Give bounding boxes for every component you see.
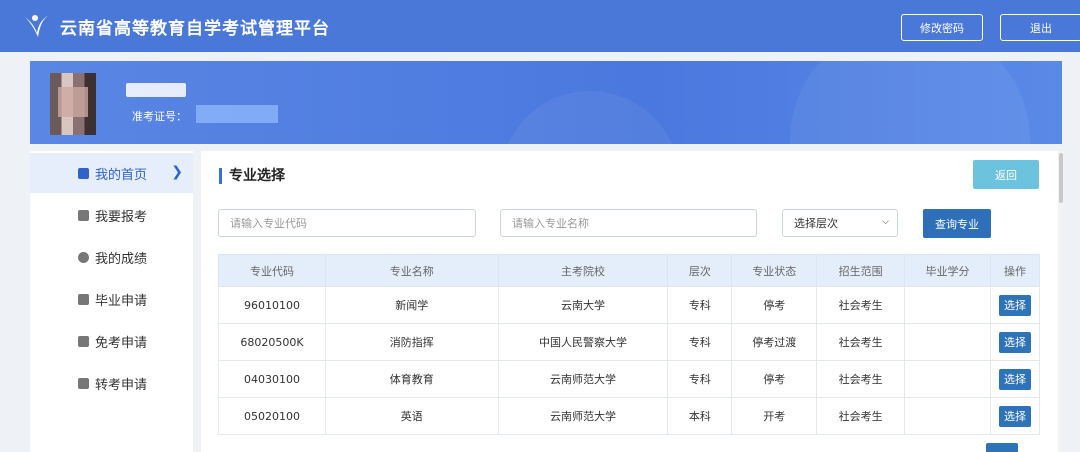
cell-level: 专科	[667, 323, 733, 361]
logo-icon	[25, 15, 49, 37]
cell-scope: 社会考生	[816, 286, 906, 324]
cell-scope: 社会考生	[816, 323, 906, 361]
sidebar-item-home[interactable]: 我的首页 ❯	[30, 153, 193, 193]
sidebar-item-label: 免考申请	[95, 335, 148, 351]
cell-level: 专科	[667, 286, 733, 324]
logout-button[interactable]: 退出	[1000, 14, 1080, 41]
cell-school: 云南大学	[497, 286, 669, 324]
sidebar-item-register[interactable]: 我要报考	[30, 195, 193, 235]
table-row: 96010100 新闻学 云南大学 专科 停考 社会考生 选择	[218, 286, 1041, 324]
cell-action: 选择	[989, 397, 1041, 435]
query-major-button[interactable]: 查询专业	[923, 209, 991, 238]
chevron-down-icon: ⌵	[882, 217, 889, 227]
cell-name: 新闻学	[324, 286, 499, 324]
main-panel: 专业选择 返回 请输入专业代码 请输入专业名称 选择层次 ⌵ 查询专业 专业代码…	[201, 151, 1058, 452]
avatar	[50, 73, 96, 135]
scrollbar-thumb[interactable]	[1059, 153, 1063, 203]
exemption-icon	[78, 335, 89, 347]
cell-level: 本科	[667, 397, 733, 435]
cell-status: 停考	[731, 286, 818, 324]
cell-scope: 社会考生	[816, 397, 906, 435]
table-header-row: 专业代码 专业名称 主考院校 层次 专业状态 招生范围 毕业学分 操作	[218, 254, 1041, 287]
cell-level: 专科	[667, 360, 733, 398]
level-select-value: 选择层次	[794, 217, 838, 230]
cell-action: 选择	[989, 323, 1041, 361]
column-header: 专业状态	[731, 254, 818, 287]
app-title: 云南省高等教育自学考试管理平台	[60, 19, 330, 39]
cell-code: 68020500K	[218, 323, 326, 361]
table-row: 05020100 英语 云南师范大学 本科 开考 社会考生 选择	[218, 397, 1041, 435]
table-row: 04030100 体育教育 云南师范大学 专科 停考 社会考生 选择	[218, 360, 1041, 398]
cell-credits	[904, 286, 991, 324]
sidebar-item-label: 我要报考	[95, 209, 148, 225]
score-icon	[78, 251, 89, 263]
major-code-input[interactable]: 请输入专业代码	[218, 209, 476, 237]
select-major-button[interactable]: 选择	[998, 331, 1031, 353]
major-table: 专业代码 专业名称 主考院校 层次 专业状态 招生范围 毕业学分 操作 9601…	[218, 254, 1041, 435]
scrollbar[interactable]	[1058, 151, 1064, 452]
select-major-button[interactable]: 选择	[998, 368, 1031, 390]
column-header: 专业名称	[324, 254, 499, 287]
column-header: 毕业学分	[904, 254, 991, 287]
sidebar-item-transfer[interactable]: 转考申请	[30, 363, 193, 403]
cell-school: 中国人民警察大学	[497, 323, 669, 361]
column-header: 主考院校	[497, 254, 669, 287]
student-name-redacted	[126, 83, 186, 97]
banner-decoration	[790, 61, 1030, 144]
sidebar-item-scores[interactable]: 我的成绩	[30, 237, 193, 277]
sidebar-item-label: 我的首页	[95, 167, 148, 183]
sidebar-item-label: 毕业申请	[95, 293, 148, 309]
cell-scope: 社会考生	[816, 360, 906, 398]
table-row: 68020500K 消防指挥 中国人民警察大学 专科 停考过渡 社会考生 选择	[218, 323, 1041, 361]
column-header: 招生范围	[816, 254, 906, 287]
cell-credits	[904, 360, 991, 398]
select-major-button-partial[interactable]	[986, 443, 1018, 452]
cell-credits	[904, 323, 991, 361]
level-select[interactable]: 选择层次 ⌵	[782, 209, 898, 237]
chevron-right-icon: ❯	[171, 164, 183, 180]
select-major-button[interactable]: 选择	[998, 294, 1031, 316]
sidebar-item-graduation[interactable]: 毕业申请	[30, 279, 193, 319]
cell-code: 05020100	[218, 397, 326, 435]
cell-school: 云南师范大学	[497, 360, 669, 398]
column-header: 专业代码	[218, 254, 326, 287]
page-title: 专业选择	[219, 168, 285, 184]
cell-code: 96010100	[218, 286, 326, 324]
cell-status: 停考	[731, 360, 818, 398]
cell-name: 英语	[324, 397, 499, 435]
sidebar-item-label: 我的成绩	[95, 251, 148, 267]
cell-action: 选择	[989, 360, 1041, 398]
change-password-button[interactable]: 修改密码	[901, 14, 983, 41]
ticket-number-redacted	[196, 105, 278, 123]
register-icon	[78, 209, 89, 221]
cell-name: 体育教育	[324, 360, 499, 398]
column-header: 操作	[989, 254, 1041, 287]
banner-decoration	[500, 91, 680, 144]
sidebar: 我的首页 ❯ 我要报考 我的成绩 毕业申请 免考申请 转考申请	[30, 151, 193, 452]
sidebar-item-label: 转考申请	[95, 377, 148, 393]
graduation-icon	[78, 293, 89, 305]
major-name-input[interactable]: 请输入专业名称	[500, 209, 757, 237]
cell-name: 消防指挥	[324, 323, 499, 361]
ticket-number-label: 准考证号：	[132, 110, 187, 123]
top-bar: 云南省高等教育自学考试管理平台 修改密码 退出	[0, 0, 1080, 52]
cell-action: 选择	[989, 286, 1041, 324]
home-icon	[78, 167, 89, 179]
cell-credits	[904, 397, 991, 435]
cell-code: 04030100	[218, 360, 326, 398]
profile-banner: 准考证号：	[30, 61, 1062, 144]
back-button[interactable]: 返回	[973, 160, 1039, 189]
cell-status: 停考过渡	[731, 323, 818, 361]
sidebar-item-exemption[interactable]: 免考申请	[30, 321, 193, 361]
cell-status: 开考	[731, 397, 818, 435]
select-major-button[interactable]: 选择	[998, 405, 1031, 427]
column-header: 层次	[667, 254, 733, 287]
cell-school: 云南师范大学	[497, 397, 669, 435]
transfer-icon	[78, 377, 89, 389]
